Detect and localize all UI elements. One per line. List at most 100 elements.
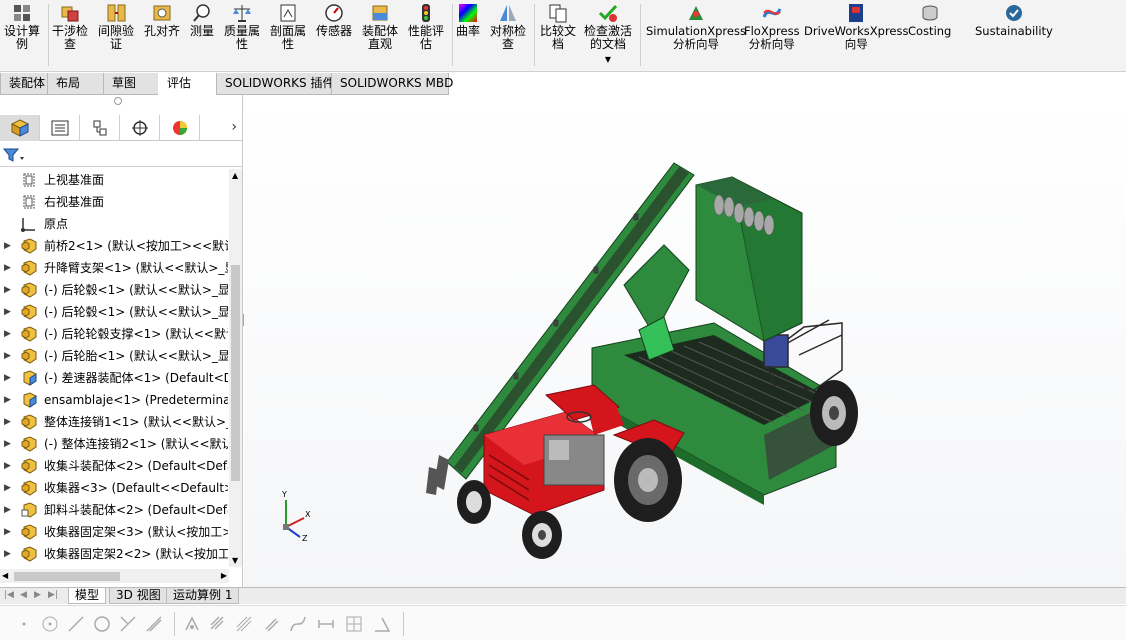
tractor-harvester-model[interactable] [244,95,1126,587]
line-icon[interactable] [66,614,86,634]
next-tab-icon[interactable]: ▶ [34,590,41,600]
tree-item[interactable]: ▶ (-) 后轮轮毂支撑<1> (默认<<默认 [0,323,228,345]
first-tab-icon[interactable]: |◀ [4,590,14,600]
scroll-down-icon[interactable]: ▼ [232,556,238,565]
sensor-button[interactable]: 传感器 [316,2,352,38]
tree-item[interactable]: ▶ (-) 后轮胎<1> (默认<<默认>_显示 [0,345,228,367]
expand-arrow-icon[interactable]: ▶ [4,543,11,565]
symmetry-check-button[interactable]: 对称检 查 [490,2,526,51]
point-icon[interactable] [14,614,34,634]
last-tab-icon[interactable]: ▶| [48,590,58,600]
tab-property-manager[interactable] [40,115,80,141]
tab-assembly[interactable]: 装配体 [0,73,48,95]
tree-item[interactable]: ▶ ensamblaje<1> (Predeterminac [0,389,228,411]
tree-item[interactable]: ▶ 前桥2<1> (默认<按加工><<默认 [0,235,228,257]
floxpress-button[interactable]: FloXpress 分析向导 [744,2,800,51]
check-active-document-button[interactable]: 检查激活 的文档 ▼ [584,2,632,66]
measure-button[interactable]: 测量 [190,2,214,38]
tree-item[interactable]: ▶ 整体连接销1<1> (默认<<默认>_显 [0,411,228,433]
expand-arrow-icon[interactable]: ▶ [4,455,11,477]
expand-arrow-icon[interactable]: ▶ [4,367,11,389]
tree-item[interactable]: ▶ 卸料斗装配体<2> (Default<Defa [0,499,228,521]
expand-arrow-icon[interactable]: ▶ [4,389,11,411]
circle-icon[interactable] [92,614,112,634]
grid-icon[interactable] [344,614,364,634]
section-properties-button[interactable]: 剖面属 性 [270,2,306,51]
tree-item[interactable]: 右视基准面 [0,191,228,213]
dimension-icon[interactable] [316,614,336,634]
expand-arrow-icon[interactable]: ▶ [4,433,11,455]
offset-icon[interactable] [144,614,164,634]
graphics-area[interactable]: ▼ ▼ ▼ ▼ ▼ – [244,95,1126,587]
tree-item[interactable]: 上视基准面 [0,169,228,191]
expand-arrow-icon[interactable]: ▶ [4,499,11,521]
tree-item[interactable]: ▶ 升降臂支架<1> (默认<<默认>_显 [0,257,228,279]
scrollbar-thumb[interactable] [231,265,240,481]
compare-documents-button[interactable]: 比较文 档 [540,2,576,51]
mirror-icon[interactable] [182,614,202,634]
mass-properties-button[interactable]: 质量属 性 [224,2,260,51]
driveworksxpress-button[interactable]: DriveWorksXpress 向导 [804,2,908,51]
interference-check-button[interactable]: 干涉检 查 [52,2,88,51]
tree-item[interactable]: ▶ (-) 后轮毂<1> (默认<<默认>_显 [0,301,228,323]
horizontal-scrollbar[interactable]: ◀ ▶ [0,569,229,583]
tab-model[interactable]: 模型 [68,588,107,604]
curvature-button[interactable]: 曲率 [456,2,480,38]
tab-3d-view[interactable]: 3D 视图 [109,588,168,604]
tab-sketch[interactable]: 草图 [103,73,159,95]
expand-arrow-icon[interactable]: ▶ [4,257,11,279]
tab-feature-tree[interactable] [0,115,40,141]
assembly-visualization-button[interactable]: 装配体 直观 [362,2,398,51]
scroll-right-icon[interactable]: ▶ [221,571,227,580]
expand-arrow-icon[interactable]: ▶ [4,411,11,433]
expand-arrow-icon[interactable]: ▶ [4,301,11,323]
clearance-verify-button[interactable]: 间隙验 证 [98,2,134,51]
part-icon [20,392,38,408]
circle-center-icon[interactable] [40,614,60,634]
tab-layout[interactable]: 布局 [47,73,104,95]
tree-item[interactable]: ▶ 收集斗装配体<2> (Default<Defa [0,455,228,477]
tree-item[interactable]: ▶ (-) 差速器装配体<1> (Default<D [0,367,228,389]
expand-arrow-icon[interactable]: ▶ [4,521,11,543]
tree-item[interactable]: 原点 [0,213,228,235]
linear-pattern-icon[interactable] [208,614,228,634]
tree-item[interactable]: ▶ (-) 整体连接销2<1> (默认<<默认 [0,433,228,455]
chevron-down-icon[interactable]: ▼ [605,53,611,66]
tab-motion-study[interactable]: 运动算例 1 [166,588,240,604]
scroll-up-icon[interactable]: ▲ [232,171,238,180]
scrollbar-thumb[interactable] [14,572,120,581]
tree-item[interactable]: ▶ 收集器<3> (Default<<Default>_ [0,477,228,499]
tree-item[interactable]: ▶ 收集器固定架<3> (默认<按加工> [0,521,228,543]
angle-icon[interactable] [372,614,392,634]
spline-icon[interactable] [288,614,308,634]
chevron-right-icon[interactable]: › [231,119,237,135]
slot-icon[interactable] [262,614,282,634]
filter-icon[interactable] [3,147,25,163]
panel-grip[interactable] [114,97,122,105]
expand-arrow-icon[interactable]: ▶ [4,323,11,345]
expand-arrow-icon[interactable]: ▶ [4,477,11,499]
tab-evaluate[interactable]: 评估 [158,73,217,95]
performance-evaluation-button[interactable]: 性能评 估 [408,2,444,51]
tree-item-label: 收集器<3> (Default<<Default>_ [44,481,228,495]
scroll-left-icon[interactable]: ◀ [2,571,8,580]
vertical-scrollbar[interactable]: ▲ ▼ [229,169,242,567]
hole-alignment-button[interactable]: 孔对齐 [144,2,180,38]
simulationxpress-button[interactable]: SimulationXpress 分析向导 [646,2,746,51]
hatch-icon[interactable] [234,614,254,634]
costing-button[interactable]: Costing [908,2,951,38]
tree-item[interactable]: ▶ (-) 后轮毂<1> (默认<<默认>_显示 [0,279,228,301]
design-table-button[interactable]: 设计算 例 [4,2,40,51]
tab-dimxpert-manager[interactable] [120,115,160,141]
sustainability-button[interactable]: Sustainability [975,2,1053,38]
tab-display-manager[interactable] [160,115,200,141]
previous-tab-icon[interactable]: ◀ [20,590,27,600]
tab-solidworks-mbd[interactable]: SOLIDWORKS MBD [331,73,453,95]
expand-arrow-icon[interactable]: ▶ [4,279,11,301]
tab-solidworks-addins[interactable]: SOLIDWORKS 插件 [216,73,334,95]
expand-arrow-icon[interactable]: ▶ [4,345,11,367]
trim-icon[interactable] [118,614,138,634]
expand-arrow-icon[interactable]: ▶ [4,235,11,257]
tree-item[interactable]: ▶ 收集器固定架2<2> (默认<按加工 [0,543,228,565]
tab-configuration-manager[interactable] [80,115,120,141]
